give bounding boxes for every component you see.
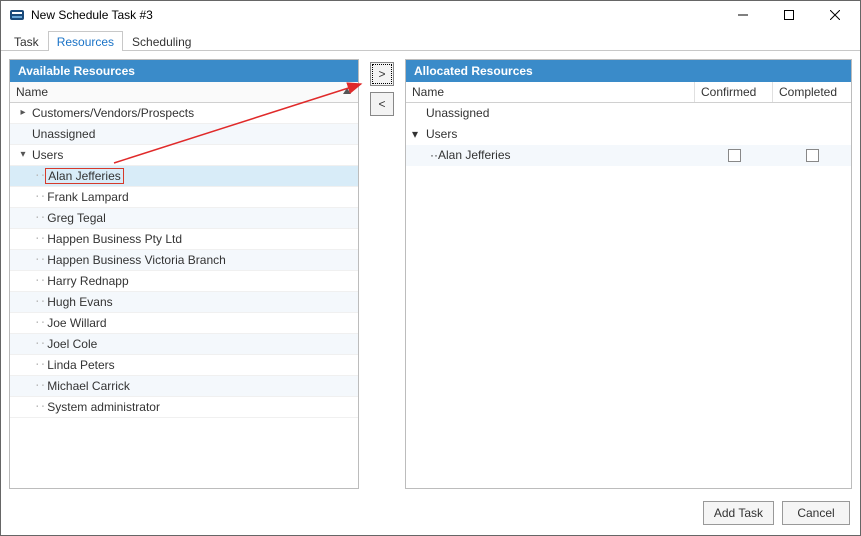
window-title: New Schedule Task #3 [31,8,153,22]
move-left-button[interactable]: < [370,92,394,116]
tree-user-item[interactable]: ·· System administrator [10,397,358,418]
dialog-footer: Add Task Cancel [1,497,860,535]
tab-scheduling[interactable]: Scheduling [123,31,200,51]
tree-user-item[interactable]: ·· Happen Business Victoria Branch [10,250,358,271]
confirmed-checkbox[interactable] [728,149,741,162]
available-resources-panel: Available Resources Name ▸ Customers/Ven… [9,59,359,489]
allocated-resources-panel: Allocated Resources Name Confirmed Compl… [405,59,852,489]
collapse-icon[interactable]: ▾ [16,149,30,160]
transfer-buttons: > < [359,59,405,489]
allocated-col-name[interactable]: Name [406,82,695,102]
tree-user-item[interactable]: ·· Hugh Evans [10,292,358,313]
allocated-user-item[interactable]: ·· Alan Jefferies [406,145,851,166]
tab-task[interactable]: Task [5,31,48,51]
allocated-resources-header: Allocated Resources [406,60,851,82]
available-tree[interactable]: ▸ Customers/Vendors/Prospects Unassigned… [10,103,358,488]
tree-user-item[interactable]: ·· Michael Carrick [10,376,358,397]
available-resources-header: Available Resources [10,60,358,82]
title-bar: New Schedule Task #3 [1,1,860,30]
tree-user-item[interactable]: ·· Joe Willard [10,313,358,334]
tree-user-item[interactable]: ·· Linda Peters [10,355,358,376]
tree-user-item[interactable]: ·· Happen Business Pty Ltd [10,229,358,250]
minimize-button[interactable] [720,1,766,29]
tab-strip: Task Resources Scheduling [1,30,860,51]
tree-user-item[interactable]: ·· Frank Lampard [10,187,358,208]
allocated-tree[interactable]: Unassigned ▾ Users ·· Alan Jefferies [406,103,851,488]
add-task-button[interactable]: Add Task [703,501,774,525]
cancel-button[interactable]: Cancel [782,501,850,525]
tree-group-unassigned[interactable]: Unassigned [10,124,358,145]
dialog-window: New Schedule Task #3 Task Resources Sche… [0,0,861,536]
available-col-name[interactable]: Name [10,82,358,102]
available-col-name-label: Name [16,85,48,99]
tab-content: Available Resources Name ▸ Customers/Ven… [1,51,860,497]
tree-connector-icon: ·· [34,169,45,182]
sort-asc-icon [342,85,352,99]
completed-checkbox[interactable] [806,149,819,162]
allocated-col-completed[interactable]: Completed [773,82,851,102]
expand-icon[interactable]: ▸ [16,107,30,118]
tree-connector-icon: ·· [430,148,438,162]
app-icon [9,7,25,23]
tab-resources[interactable]: Resources [48,31,123,51]
tree-group-cvp[interactable]: ▸ Customers/Vendors/Prospects [10,103,358,124]
allocated-group-users[interactable]: ▾ Users [406,124,851,145]
tree-group-users[interactable]: ▾ Users [10,145,358,166]
tree-user-item[interactable]: ·· Greg Tegal [10,208,358,229]
available-column-header: Name [10,82,358,103]
allocated-column-header: Name Confirmed Completed [406,82,851,103]
selected-user-label: Alan Jefferies [45,168,124,184]
allocated-col-confirmed[interactable]: Confirmed [695,82,773,102]
allocated-group-unassigned[interactable]: Unassigned [406,103,851,124]
tree-user-item[interactable]: ·· Harry Rednapp [10,271,358,292]
close-button[interactable] [812,1,858,29]
tree-user-item[interactable]: ·· Alan Jefferies [10,166,358,187]
maximize-button[interactable] [766,1,812,29]
tree-user-item[interactable]: ·· Joel Cole [10,334,358,355]
move-right-button[interactable]: > [370,62,394,86]
collapse-icon[interactable]: ▾ [412,127,426,141]
